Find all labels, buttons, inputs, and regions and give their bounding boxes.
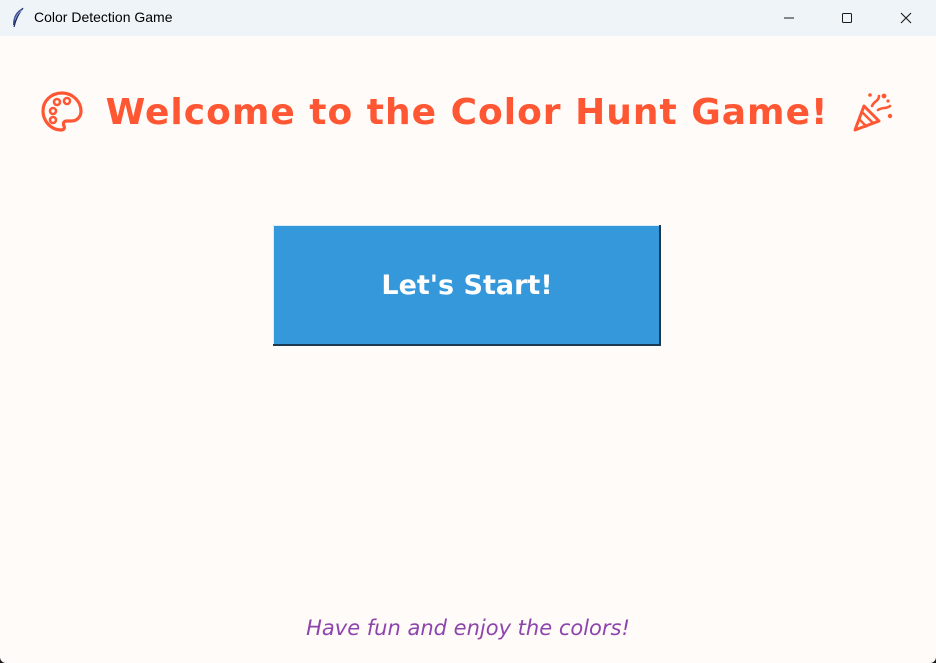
start-button[interactable]: Let's Start! <box>273 225 661 346</box>
close-icon <box>900 12 912 24</box>
maximize-icon <box>841 12 853 24</box>
footer-message: Have fun and enjoy the colors! <box>306 616 630 640</box>
app-window: Color Detection Game Welcome to the Colo… <box>0 0 936 663</box>
minimize-icon <box>783 12 795 24</box>
start-button-label: Let's Start! <box>381 270 553 301</box>
palette-icon <box>40 90 84 134</box>
minimize-button[interactable] <box>760 0 818 36</box>
headline-text: Welcome to the Color Hunt Game! <box>105 91 829 133</box>
feather-icon <box>10 7 26 29</box>
game-start-screen: Welcome to the Color Hunt Game! Let's St… <box>0 36 936 663</box>
window-title: Color Detection Game <box>34 9 173 25</box>
welcome-heading: Welcome to the Color Hunt Game! <box>0 88 936 136</box>
close-button[interactable] <box>877 0 935 36</box>
title-bar[interactable]: Color Detection Game <box>0 0 936 36</box>
party-popper-icon <box>850 89 896 135</box>
maximize-button[interactable] <box>818 0 876 36</box>
